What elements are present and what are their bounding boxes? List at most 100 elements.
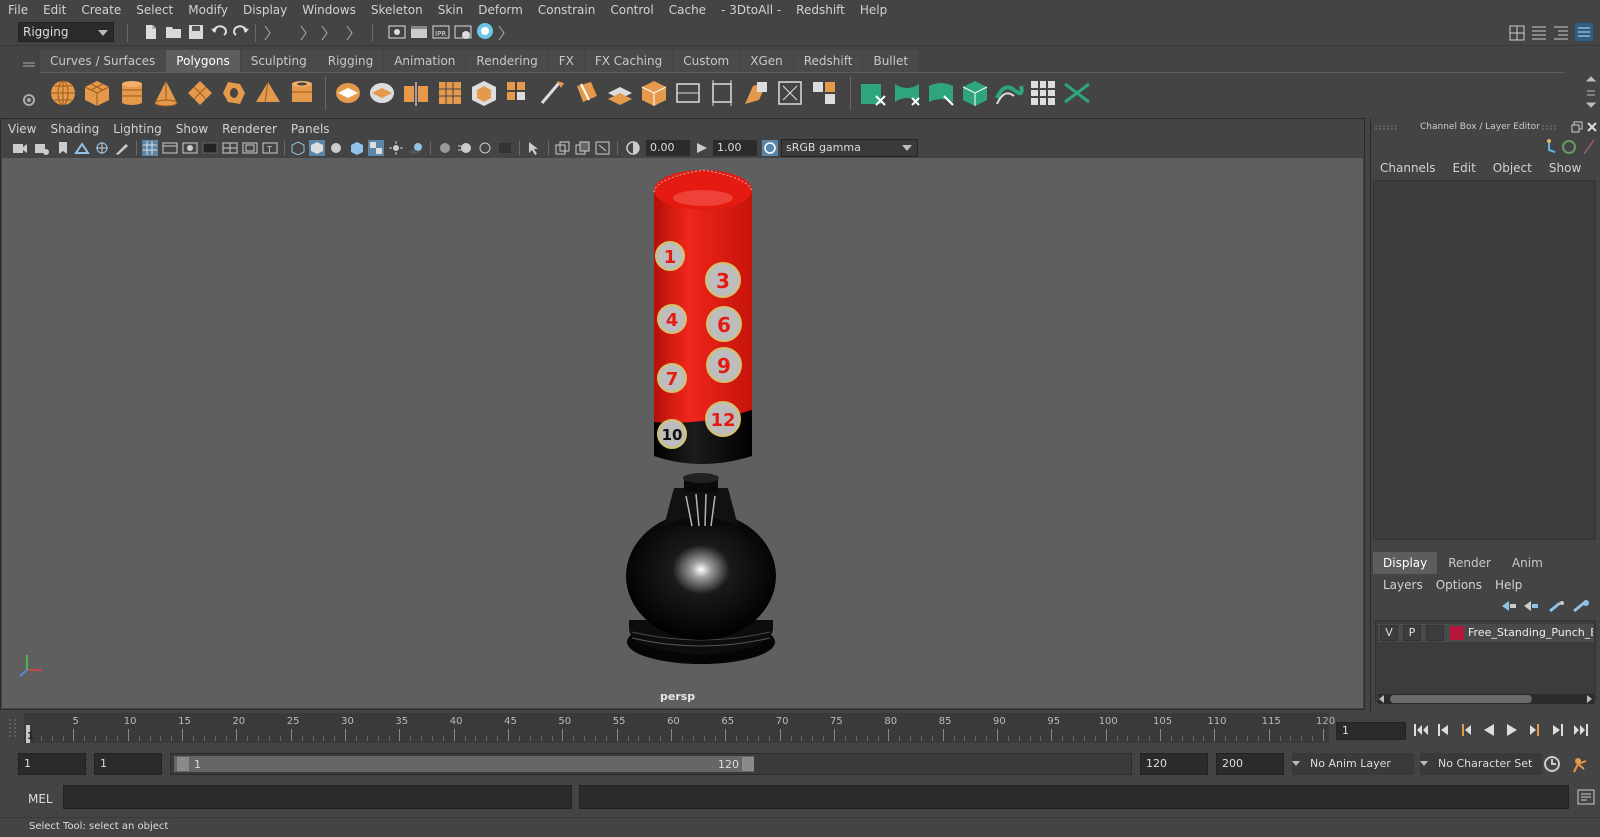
shelf-scroll-icon[interactable] [1585, 74, 1597, 110]
go-to-end-icon[interactable] [1573, 722, 1589, 738]
multi-cut-icon[interactable] [537, 78, 567, 108]
layer-color-swatch[interactable] [1450, 626, 1464, 640]
shelf-tab-sculpting[interactable]: Sculpting [240, 50, 317, 72]
extrude-icon[interactable] [469, 78, 499, 108]
panel-menu-shading[interactable]: Shading [50, 122, 99, 138]
shelf-tab-rigging[interactable]: Rigging [317, 50, 384, 72]
gate-mask-icon[interactable] [202, 141, 218, 155]
lattice-icon[interactable] [1028, 78, 1058, 108]
xray-active-components-icon[interactable] [595, 141, 611, 155]
script-editor-icon[interactable] [1577, 789, 1595, 805]
menu-constrain[interactable]: Constrain [538, 3, 596, 17]
shelf-tab-xgen[interactable]: XGen [740, 50, 793, 72]
scene-end-field[interactable]: 200 [1216, 753, 1284, 775]
menu-redshift[interactable]: Redshift [796, 3, 845, 17]
mirror-icon[interactable] [435, 78, 465, 108]
uv-editor-icon[interactable] [741, 78, 771, 108]
menu-control[interactable]: Control [610, 3, 653, 17]
menuset-dropdown[interactable]: Rigging [18, 22, 114, 42]
shelf-menu-icon[interactable] [22, 60, 36, 70]
channel-box-menu-object[interactable]: Object [1493, 161, 1532, 175]
layer-menu-options[interactable]: Options [1436, 578, 1482, 592]
wave-tool-icon[interactable] [926, 78, 956, 108]
render-view-icon[interactable] [388, 23, 406, 41]
menu-edit[interactable]: Edit [43, 3, 66, 17]
shadows-icon[interactable] [408, 141, 424, 155]
layer-playback-toggle[interactable]: P [1403, 625, 1421, 641]
attribute-editor-icon[interactable] [1530, 24, 1548, 42]
depth-of-field-icon[interactable] [497, 141, 513, 155]
command-input[interactable] [63, 785, 572, 809]
motion-blur-icon[interactable] [457, 141, 473, 155]
hypershade-icon[interactable] [476, 22, 494, 40]
channel-box-menu-show[interactable]: Show [1549, 161, 1581, 175]
panel-menu-panels[interactable]: Panels [291, 122, 330, 138]
move-layer-down-icon[interactable] [1522, 599, 1540, 613]
command-language-label[interactable]: MEL [28, 792, 53, 806]
drag-handle-icon[interactable] [1542, 124, 1558, 130]
poly-cube-icon[interactable] [82, 78, 112, 108]
scroll-right-icon[interactable] [1586, 694, 1594, 704]
layer-row[interactable]: V P Free_Standing_Punch_Bag [1378, 624, 1594, 642]
layer-tab-anim[interactable]: Anim [1501, 552, 1553, 574]
layer-tab-display[interactable]: Display [1373, 552, 1438, 574]
menu-help[interactable]: Help [860, 3, 887, 17]
xray-joints-icon[interactable] [575, 141, 591, 155]
uv-layout-icon[interactable] [775, 78, 805, 108]
camera-attributes-icon[interactable] [34, 141, 50, 155]
smooth-shade-icon[interactable] [309, 140, 325, 156]
textured-icon[interactable] [368, 140, 384, 156]
poly-torus-icon[interactable] [219, 78, 249, 108]
expand-arrow-icon[interactable] [300, 24, 308, 42]
bend-tool-icon[interactable] [994, 78, 1024, 108]
shelf-tab-polygons[interactable]: Polygons [166, 50, 240, 72]
expand-arrow-icon[interactable] [498, 24, 506, 42]
poly-pyramid-icon[interactable] [253, 78, 283, 108]
shelf-tab-bullet[interactable]: Bullet [863, 50, 919, 72]
speed-icon[interactable] [1560, 138, 1578, 156]
planar-mapping-icon[interactable] [673, 78, 703, 108]
combine-icon[interactable] [333, 78, 363, 108]
poly-pipe-icon[interactable] [287, 78, 317, 108]
hyper-icon[interactable] [1582, 138, 1596, 156]
channel-box-area[interactable] [1373, 180, 1596, 540]
gamma-icon[interactable] [694, 141, 710, 155]
shelf-tab-curves-surfaces[interactable]: Curves / Surfaces [40, 50, 166, 72]
bookmark-icon[interactable] [56, 141, 70, 155]
bevel-icon[interactable] [503, 78, 533, 108]
grease-pencil-icon[interactable] [114, 141, 130, 155]
cube-deform-icon[interactable] [960, 78, 990, 108]
layer-visibility-toggle[interactable]: V [1380, 625, 1398, 641]
go-to-start-icon[interactable] [1413, 722, 1429, 738]
step-forward-key-icon[interactable] [1527, 722, 1543, 738]
resolution-gate-icon[interactable] [182, 141, 198, 155]
camera-icon[interactable] [12, 141, 28, 155]
render-frame-icon[interactable] [410, 23, 428, 41]
drag-handle-icon[interactable] [6, 717, 20, 741]
sculpt-tool-icon[interactable] [858, 78, 888, 108]
move-layer-up-icon[interactable] [1500, 599, 1518, 613]
auto-key-icon[interactable] [1543, 755, 1561, 773]
current-frame-field[interactable]: 1 [1336, 722, 1406, 740]
animation-preferences-icon[interactable] [1570, 755, 1592, 773]
channel-box-icon[interactable] [1574, 22, 1594, 42]
layer-tab-render[interactable]: Render [1438, 552, 1501, 574]
multisample-aa-icon[interactable] [477, 141, 493, 155]
layer-menu-layers[interactable]: Layers [1383, 578, 1423, 592]
film-gate-icon[interactable] [162, 141, 178, 155]
wireframe-on-shaded-icon[interactable] [349, 141, 365, 155]
poly-plane-icon[interactable] [185, 78, 215, 108]
screen-space-ao-icon[interactable] [437, 141, 453, 155]
undo-icon[interactable] [210, 24, 228, 40]
save-scene-icon[interactable] [188, 24, 204, 40]
menu-file[interactable]: File [8, 3, 28, 17]
step-back-key-icon[interactable] [1458, 722, 1474, 738]
new-layer-icon[interactable] [1548, 599, 1566, 613]
punch-bag-model[interactable]: 1 3 4 6 9 7 12 10 [2, 158, 1363, 708]
shelf-tab-fx[interactable]: FX [548, 50, 584, 72]
menu-create[interactable]: Create [81, 3, 121, 17]
menu-windows[interactable]: Windows [302, 3, 356, 17]
poly-sphere-icon[interactable] [48, 78, 78, 108]
shelf-tab-animation[interactable]: Animation [384, 50, 466, 72]
viewport-3d[interactable]: 1 3 4 6 9 7 12 10 [2, 158, 1363, 708]
